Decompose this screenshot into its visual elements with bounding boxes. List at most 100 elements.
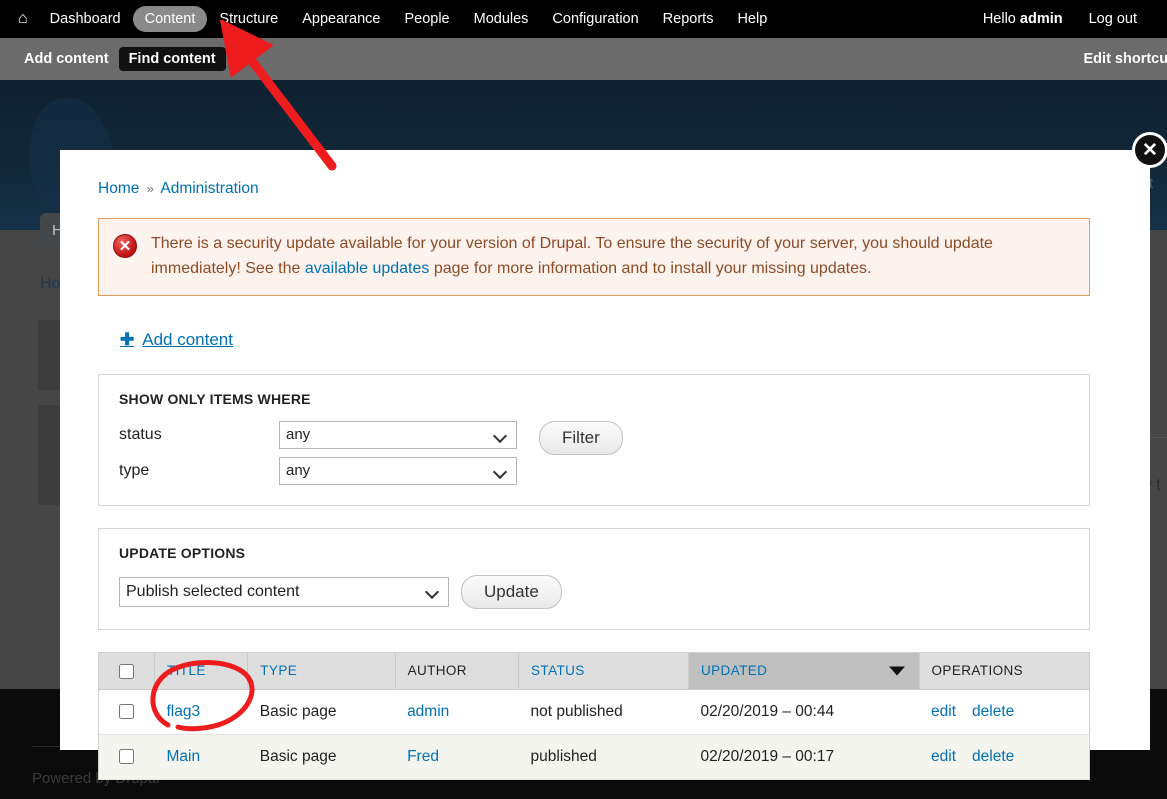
row-author-link[interactable]: Fred (407, 748, 439, 765)
logout-link[interactable]: Log out (1077, 6, 1149, 32)
toolbar-item-dashboard[interactable]: Dashboard (38, 6, 133, 32)
update-action-select-wrap: Publish selected content (119, 576, 449, 607)
row-author-cell: admin (395, 689, 519, 735)
toolbar-item-reports[interactable]: Reports (651, 6, 726, 32)
admin-toolbar: ⌂ Dashboard Content Structure Appearance… (0, 0, 1167, 38)
update-row: Publish selected content Update (119, 574, 1069, 609)
sort-descending-icon (888, 666, 905, 676)
toolbar-item-content[interactable]: Content (132, 6, 208, 32)
row-checkbox[interactable] (119, 703, 135, 719)
breadcrumb: Home » Administration (98, 180, 1150, 198)
row-select-cell (98, 689, 155, 735)
toolbar-item-structure[interactable]: Structure (207, 6, 290, 32)
plus-icon: ✚ (120, 329, 135, 349)
greeting-prefix: Hello (982, 11, 1020, 27)
filter-label-status: status (119, 425, 162, 443)
type-select-wrap: any (279, 456, 517, 485)
toolbar-item-people[interactable]: People (392, 6, 461, 32)
row-operations-cell: edit delete (919, 689, 1090, 735)
toolbar-menu: ⌂ Dashboard Content Structure Appearance… (14, 6, 779, 32)
table-body: flag3 Basic page admin not published 02/… (98, 689, 1090, 780)
filter-row-type: type any (119, 456, 517, 485)
toolbar-item-modules[interactable]: Modules (462, 6, 541, 32)
row-author-cell: Fred (395, 734, 519, 780)
update-options-legend: UPDATE OPTIONS (119, 544, 246, 561)
close-icon-glyph: ✕ (1135, 135, 1165, 165)
shortcut-find-content[interactable]: Find content (118, 47, 226, 71)
row-type-cell: Basic page (247, 734, 396, 780)
row-delete-link[interactable]: delete (972, 748, 1014, 766)
row-delete-link[interactable]: delete (972, 703, 1014, 721)
type-select[interactable]: any (279, 456, 517, 485)
filter-label-type: type (119, 461, 150, 479)
message-text-after: page for more information and to install… (429, 259, 872, 277)
row-updated-cell: 02/20/2019 – 00:17 (688, 734, 920, 780)
row-operations: edit delete (931, 703, 1077, 721)
toolbar-item-configuration[interactable]: Configuration (540, 6, 650, 32)
filter-rows: status any type any Filter (119, 420, 1069, 485)
table-head: TITLE TYPE AUTHOR STATUS UPDATED OPERATI… (98, 652, 1091, 690)
row-edit-link[interactable]: edit (931, 748, 956, 766)
error-icon: ✕ (113, 234, 137, 258)
column-header-title[interactable]: TITLE (154, 652, 249, 690)
available-updates-link[interactable]: available updates (305, 260, 430, 277)
update-action-select[interactable]: Publish selected content (119, 576, 449, 607)
row-status-cell: published (518, 734, 689, 780)
row-author-link[interactable]: admin (407, 703, 449, 720)
shortcut-bar: Add content Find content Edit shortcuts (0, 38, 1167, 80)
row-title-cell: flag3 (154, 689, 248, 735)
close-icon[interactable]: ✕ (1132, 132, 1167, 168)
column-header-updated-label: UPDATED (701, 663, 768, 679)
row-title-link[interactable]: Main (167, 748, 201, 765)
row-title-link[interactable]: flag3 (167, 703, 201, 720)
column-header-type[interactable]: TYPE (247, 652, 396, 690)
background-breadcrumb: Ho (40, 275, 61, 292)
select-all-header (98, 652, 155, 690)
screenshot-root: Drupal Site Content My account Log out H… (0, 0, 1167, 799)
filter-row-status: status any (119, 420, 517, 449)
add-content-action-link[interactable]: ✚ Add content (120, 330, 233, 350)
row-status-cell: not published (518, 689, 689, 735)
breadcrumb-administration[interactable]: Administration (160, 180, 258, 197)
security-update-message: ✕ There is a security update available f… (98, 218, 1090, 296)
row-edit-link[interactable]: edit (931, 703, 956, 721)
toolbar-item-appearance[interactable]: Appearance (290, 6, 392, 32)
filter-fieldset: SHOW ONLY ITEMS WHERE status any type an… (98, 373, 1090, 506)
status-select[interactable]: any (279, 420, 517, 449)
username[interactable]: admin (1020, 11, 1063, 27)
home-icon[interactable]: ⌂ (14, 11, 38, 27)
column-header-updated[interactable]: UPDATED (688, 652, 920, 690)
column-header-author: AUTHOR (395, 652, 520, 690)
breadcrumb-separator: » (146, 181, 154, 196)
add-content-label: Add content (142, 329, 233, 349)
toolbar-user-area: Hello admin Log out (975, 6, 1153, 32)
status-select-wrap: any (279, 420, 517, 449)
row-title-cell: Main (154, 734, 248, 780)
select-all-checkbox[interactable] (119, 663, 134, 679)
row-operations: edit delete (931, 748, 1077, 766)
row-type-cell: Basic page (247, 689, 396, 735)
content-table: TITLE TYPE AUTHOR STATUS UPDATED OPERATI… (98, 651, 1091, 780)
security-message-text: There is a security update available for… (151, 232, 1071, 282)
row-checkbox[interactable] (119, 748, 135, 764)
filter-fields: status any type any (119, 420, 517, 485)
admin-overlay: ✕ Home » Administration ✕ There is a sec… (60, 132, 1167, 780)
table-header-row: TITLE TYPE AUTHOR STATUS UPDATED OPERATI… (98, 652, 1091, 690)
row-select-cell (98, 734, 155, 780)
greeting: Hello admin (975, 6, 1071, 32)
column-header-operations: OPERATIONS (919, 652, 1091, 690)
filter-legend: SHOW ONLY ITEMS WHERE (119, 390, 311, 407)
row-updated-cell: 02/20/2019 – 00:44 (688, 689, 920, 735)
filter-button[interactable]: Filter (539, 420, 623, 455)
column-header-status[interactable]: STATUS (518, 652, 689, 690)
table-row: Main Basic page Fred published 02/20/201… (98, 734, 1090, 780)
overlay-content: Home » Administration ✕ There is a secur… (60, 150, 1150, 780)
update-options-fieldset: UPDATE OPTIONS Publish selected content … (98, 527, 1090, 630)
edit-shortcuts-link[interactable]: Edit shortcuts (1084, 51, 1167, 67)
breadcrumb-home[interactable]: Home (98, 180, 139, 197)
shortcut-add-content[interactable]: Add content (14, 47, 119, 71)
table-row: flag3 Basic page admin not published 02/… (98, 689, 1090, 735)
toolbar-item-help[interactable]: Help (725, 6, 779, 32)
update-button[interactable]: Update (461, 574, 562, 609)
row-operations-cell: edit delete (919, 734, 1090, 780)
